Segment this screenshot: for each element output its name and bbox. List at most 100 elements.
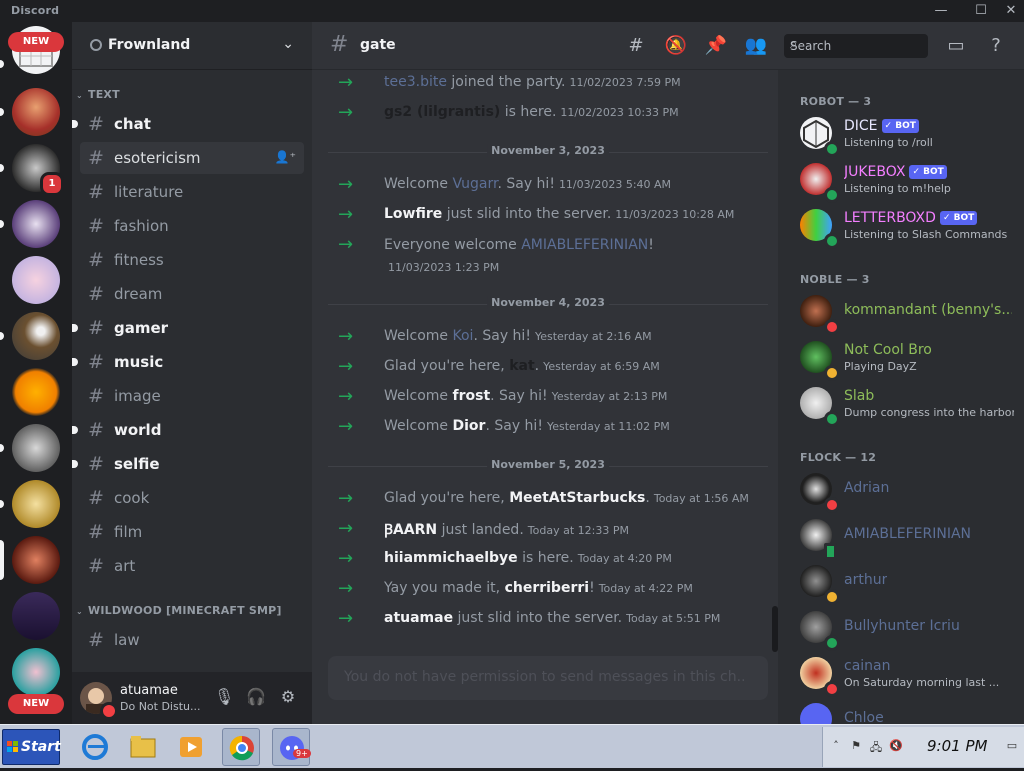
member-item[interactable]: kommandant (benny's... [786, 290, 1018, 335]
channel-header: # gate # 🔕 📌 👥 Search ⌕ ▭ ? [312, 22, 1024, 70]
discord-taskbar-icon[interactable]: 9+ [272, 728, 311, 766]
system-tray: ˄ ⚑ 🖧 🔇 9:01 PM ▭ [822, 727, 1024, 767]
member-item[interactable]: DICE ✓ BOT Listening to /roll [786, 112, 1018, 157]
threads-icon[interactable]: # [624, 34, 648, 58]
username[interactable]: Dior [453, 418, 486, 434]
username[interactable]: ꞴAARN [384, 522, 437, 538]
new-badge-bottom[interactable]: NEW [8, 694, 64, 714]
microphone-icon[interactable]: 🎙 [214, 687, 234, 707]
channel-image[interactable]: # image [80, 380, 304, 412]
user-status: Do Not Distu... [120, 700, 201, 713]
server-icon-8[interactable] [12, 424, 60, 472]
start-button[interactable]: Start [2, 729, 61, 765]
timestamp: Yesterday at 11:02 PM [546, 420, 670, 433]
username[interactable]: gs2 (lilgrantis) [384, 104, 500, 120]
member-item[interactable]: AMIABLEFERINIAN [786, 514, 1018, 560]
network-icon[interactable]: 🖧 [869, 739, 883, 754]
category-wildwood[interactable]: ⌄ WILDWOOD [MINECRAFT SMP] [76, 604, 282, 617]
minimize-button[interactable]: — [926, 2, 956, 20]
username[interactable]: tee3.bite [384, 74, 447, 90]
server-icon-6[interactable] [12, 312, 60, 360]
server-icon-4[interactable] [12, 200, 60, 248]
username[interactable]: kat [509, 358, 534, 374]
media-player-icon[interactable] [172, 728, 210, 766]
member-item[interactable]: arthur [786, 560, 1018, 605]
username[interactable]: hiiammichaelbye [384, 550, 518, 566]
bot-badge: ✓ BOT [909, 165, 947, 179]
flag-warning-icon[interactable]: ⚑ [849, 739, 863, 753]
username[interactable]: atuamae [384, 610, 453, 626]
username[interactable]: MeetAtStarbucks [509, 490, 645, 506]
idle-status-icon [824, 589, 840, 605]
user-panel: atuamae Do Not Distu... 🎙 🎧 ⚙ [72, 672, 312, 724]
channel-world[interactable]: # world [72, 414, 304, 446]
message-text: . [645, 490, 650, 506]
show-desktop-icon[interactable]: ▭ [1005, 739, 1019, 753]
member-item[interactable]: Not Cool Bro Playing DayZ [786, 336, 1018, 381]
message-text: Glad you're here, [384, 490, 510, 506]
category-text[interactable]: ⌄ TEXT [76, 88, 120, 101]
channel-esotericism[interactable]: # esotericism 👤⁺ [80, 142, 304, 174]
headphones-icon[interactable]: 🎧 [246, 687, 266, 707]
channel-fashion[interactable]: # fashion [80, 210, 304, 242]
username[interactable]: Lowfire [384, 206, 442, 222]
channel-fitness[interactable]: # fitness [80, 244, 304, 276]
server-icon-9[interactable] [12, 480, 60, 528]
username[interactable]: frost [453, 388, 491, 404]
channel-film[interactable]: # film [80, 516, 304, 548]
file-explorer-icon[interactable] [124, 728, 162, 766]
channel-law[interactable]: # law [80, 624, 304, 656]
server-header[interactable]: Frownland ⌄ [72, 22, 312, 70]
username[interactable]: Vugarr [453, 176, 498, 192]
message-text: . Say hi! [485, 418, 543, 434]
server-icon-7[interactable] [12, 368, 60, 416]
member-name: Adrian [844, 480, 890, 496]
server-icon-12[interactable] [12, 648, 60, 696]
maximize-button[interactable]: ☐ [966, 2, 996, 20]
internet-explorer-icon[interactable] [76, 728, 114, 766]
channel-selfie[interactable]: # selfie [72, 448, 304, 480]
volume-muted-icon[interactable]: 🔇 [889, 739, 903, 753]
channel-literature[interactable]: # literature [80, 176, 304, 208]
clock[interactable]: 9:01 PM [927, 737, 987, 755]
online-status-icon [824, 411, 840, 427]
gear-icon[interactable]: ⚙ [278, 687, 298, 707]
channel-dream[interactable]: # dream [80, 278, 304, 310]
chrome-icon[interactable] [222, 728, 260, 766]
unread-pill [0, 60, 4, 68]
mute-bell-icon[interactable]: 🔕 [664, 34, 688, 58]
channel-music[interactable]: # music [72, 346, 304, 378]
member-item[interactable]: JUKEBOX ✓ BOT Listening to m!help [786, 158, 1018, 203]
new-badge-top[interactable]: NEW [8, 32, 64, 52]
pin-icon[interactable]: 📌 [704, 34, 728, 58]
search-input[interactable]: Search ⌕ [784, 34, 928, 58]
server-icon-11[interactable] [12, 592, 60, 640]
username[interactable]: cherriberri [505, 580, 590, 596]
chevron-down-icon: ⌄ [282, 36, 294, 52]
inbox-icon[interactable]: ▭ [944, 34, 968, 58]
channel-art[interactable]: # art [80, 550, 304, 582]
username[interactable]: Koi [453, 328, 474, 344]
close-button[interactable]: ✕ [996, 2, 1024, 20]
channel-chat[interactable]: # chat [72, 108, 304, 140]
server-icon-10[interactable] [12, 536, 60, 584]
member-item[interactable]: Slab Dump congress into the harbor [786, 382, 1018, 427]
chevron-up-icon[interactable]: ˄ [829, 739, 843, 753]
channel-label: literature [114, 183, 184, 201]
channel-label: world [114, 421, 162, 439]
message-text: joined the party. [446, 74, 566, 90]
member-item[interactable]: cainan On Saturday morning last ... [786, 652, 1018, 697]
channel-cook[interactable]: # cook [80, 482, 304, 514]
member-item[interactable]: LETTERBOXD ✓ BOT Listening to Slash Comma… [786, 204, 1018, 249]
channel-gamer[interactable]: # gamer [72, 312, 304, 344]
member-item[interactable]: Bullyhunter Icriu [786, 606, 1018, 651]
invite-icon[interactable]: 👤⁺ [275, 150, 296, 164]
server-icon-2[interactable] [12, 88, 60, 136]
member-item[interactable]: Chloe [786, 698, 1018, 724]
chevron-down-icon: ⌄ [76, 607, 83, 616]
members-icon[interactable]: 👥 [744, 34, 768, 58]
username[interactable]: AMIABLEFERINIAN [521, 237, 648, 253]
server-icon-5[interactable] [12, 256, 60, 304]
member-item[interactable]: Adrian [786, 468, 1018, 513]
help-icon[interactable]: ? [984, 34, 1008, 58]
